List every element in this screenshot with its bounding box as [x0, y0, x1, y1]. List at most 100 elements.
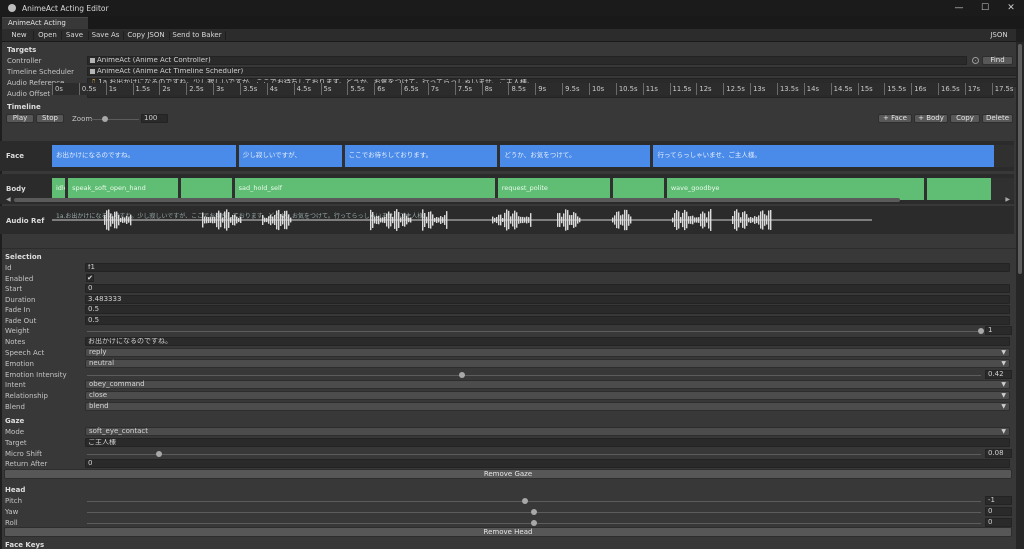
controller-field[interactable]: AnimeAct (Anime Act Controller)	[87, 56, 967, 65]
ruler-tick: 16.5s	[938, 83, 960, 95]
pitch-slider-track[interactable]	[87, 501, 981, 502]
face-clip[interactable]: 少し寂しいですが、	[238, 145, 342, 167]
close-button[interactable]: ✕	[998, 0, 1024, 16]
component-icon	[90, 68, 95, 74]
roll-slider-knob[interactable]	[531, 520, 537, 526]
enabled-checkbox[interactable]: ✔	[86, 274, 94, 282]
scrollbar-thumb[interactable]	[1018, 44, 1022, 274]
stop-button[interactable]: Stop	[36, 114, 64, 123]
emotion-intensity-value-field[interactable]: 0.42	[985, 370, 1012, 379]
remove-gaze-button[interactable]: Remove Gaze	[4, 469, 1012, 479]
id-field[interactable]: f1	[85, 263, 1010, 272]
remove-head-button[interactable]: Remove Head	[4, 527, 1012, 537]
ruler-tick: 14.5s	[830, 83, 852, 95]
save-button[interactable]: Save	[62, 29, 87, 42]
weight-label: Weight	[5, 327, 30, 335]
dropdown-caret-icon: ▼	[1001, 403, 1006, 410]
face-clip[interactable]: 行ってらっしゃいませ、ご主人様。	[653, 145, 995, 167]
zoom-slider-knob[interactable]	[102, 116, 108, 122]
ruler-tick: 1s	[105, 83, 117, 95]
face-keys-heading: Face Keys	[5, 541, 45, 549]
speech-act-dropdown[interactable]: reply ▼	[85, 348, 1010, 357]
fade-out-field[interactable]: 0.5	[85, 316, 1010, 325]
ruler-tick: 5.5s	[347, 83, 365, 95]
tab-acting-editor[interactable]: AnimeAct Acting Editor	[2, 17, 88, 38]
ruler-tick: 8.5s	[508, 83, 526, 95]
audio-lane[interactable]: 1a.お出かけになるのですね。少し寂しいですが、ここでお待ちしております。どうか…	[52, 207, 1014, 233]
blend-dropdown[interactable]: blend ▼	[85, 402, 1010, 411]
inspector-vertical-scrollbar[interactable]	[1016, 42, 1024, 549]
face-clip[interactable]: お出かけになるのですね。	[52, 145, 236, 167]
scroll-right-icon[interactable]: ▶	[1005, 196, 1010, 203]
delete-button[interactable]: Delete	[982, 114, 1013, 123]
pitch-value-field[interactable]: -1	[985, 496, 1012, 505]
zoom-value-field[interactable]: 100	[141, 114, 168, 123]
return-after-field[interactable]: 0	[85, 459, 1010, 468]
micro-shift-value-field[interactable]: 0.08	[985, 449, 1012, 458]
find-button[interactable]: Find	[982, 56, 1013, 65]
yaw-slider-knob[interactable]	[531, 509, 537, 515]
roll-value-field[interactable]: 0	[985, 518, 1012, 527]
notes-field[interactable]: お出かけになるのですね。	[85, 337, 1010, 346]
start-field[interactable]: 0	[85, 284, 1010, 293]
zoom-slider-track[interactable]	[91, 119, 139, 120]
add-face-button[interactable]: + Face	[878, 114, 912, 123]
pitch-label: Pitch	[5, 497, 23, 505]
timeline-scheduler-label: Timeline Scheduler	[7, 68, 75, 76]
ruler-tick: 11.5s	[669, 83, 691, 95]
object-picker-icon[interactable]	[972, 57, 979, 64]
duration-field[interactable]: 3.483333	[85, 295, 1010, 304]
gaze-mode-dropdown[interactable]: soft_eye_contact ▼	[85, 427, 1010, 436]
ruler-tick: 13.5s	[776, 83, 799, 95]
new-button[interactable]: New	[6, 29, 32, 42]
return-after-label: Return After	[5, 460, 48, 468]
copy-button[interactable]: Copy	[950, 114, 980, 123]
id-label: Id	[5, 264, 12, 272]
ruler-tick: 11s	[642, 83, 658, 95]
timeline-scheduler-value: AnimeAct (Anime Act Timeline Scheduler)	[97, 67, 244, 75]
blend-label: Blend	[5, 403, 25, 411]
minimize-button[interactable]: —	[946, 0, 972, 16]
ruler-tick: 2s	[159, 83, 170, 95]
audio-waveform	[52, 209, 872, 231]
micro-shift-slider-knob[interactable]	[155, 451, 162, 457]
send-to-baker-button[interactable]: Send to Baker	[170, 29, 224, 42]
scroll-left-icon[interactable]: ◀	[6, 196, 11, 203]
intent-dropdown[interactable]: obey_command ▼	[85, 380, 1010, 389]
face-clip[interactable]: ここでお待ちしております。	[344, 145, 498, 167]
timeline-ruler[interactable]: 0s 0.5s 1s 1.5s 2s 2.5s 3s 3.5s 4s 4.5s 5s 5.5s 6s 6.…	[52, 83, 1014, 95]
yaw-value-field[interactable]: 0	[985, 507, 1012, 516]
weight-slider-knob[interactable]	[978, 328, 984, 334]
timeline-scheduler-field[interactable]: AnimeAct (Anime Act Timeline Scheduler)	[87, 67, 1016, 76]
pitch-slider-knob[interactable]	[522, 498, 529, 504]
ruler-tick: 10s	[589, 83, 604, 95]
face-lane[interactable]: お出かけになるのですね。 少し寂しいですが、 ここでお待ちしております。 どうか、お気…	[52, 145, 1014, 167]
face-clip[interactable]: どうか、お気をつけて。	[500, 145, 651, 167]
fade-in-field[interactable]: 0.5	[85, 305, 1010, 314]
emotion-dropdown[interactable]: neutral ▼	[85, 359, 1010, 368]
micro-shift-slider-track[interactable]	[87, 454, 981, 455]
fade-in-label: Fade In	[5, 306, 31, 314]
add-body-button[interactable]: + Body	[914, 114, 948, 123]
gaze-target-field[interactable]: ご主人様	[85, 438, 1010, 447]
emotion-intensity-slider-track[interactable]	[87, 375, 981, 376]
ruler-tick: 10.5s	[615, 83, 638, 95]
weight-slider-track[interactable]	[87, 331, 981, 332]
open-button[interactable]: Open	[34, 29, 61, 42]
relationship-dropdown[interactable]: close ▼	[85, 391, 1010, 400]
tab-strip: AnimeAct Acting Editor	[0, 16, 1024, 38]
dropdown-caret-icon: ▼	[1001, 349, 1006, 356]
dropdown-caret-icon: ▼	[1001, 428, 1006, 435]
timeline-horizontal-scrollbar[interactable]: ◀ ▶	[4, 196, 1012, 203]
maximize-button[interactable]: ☐	[972, 0, 998, 16]
weight-value-field[interactable]: 1	[985, 326, 1012, 335]
copy-json-button[interactable]: Copy JSON	[124, 29, 168, 42]
audio-ref-track: Audio Ref 1a.お出かけになるのですね。少し寂しいですが、ここでお待ち…	[0, 206, 1014, 234]
json-button[interactable]: JSON	[986, 29, 1012, 42]
ruler-tick: 0.5s	[78, 83, 96, 95]
play-button[interactable]: Play	[6, 114, 34, 123]
ruler-tick: 12s	[696, 83, 712, 95]
save-as-button[interactable]: Save As	[89, 29, 122, 42]
scrollbar-thumb[interactable]	[14, 198, 900, 202]
ruler-tick: 5s	[320, 83, 331, 95]
